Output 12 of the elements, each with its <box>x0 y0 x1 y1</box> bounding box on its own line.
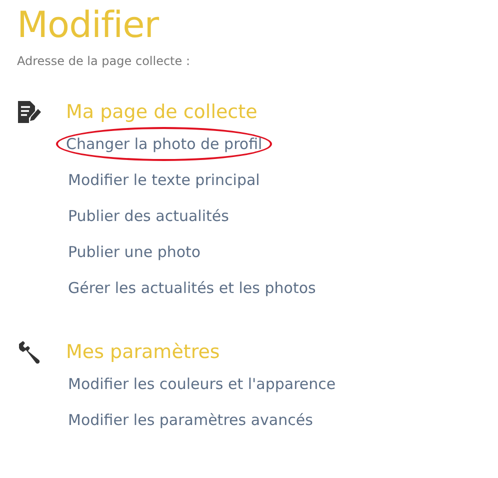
document-pencil-icon <box>17 100 43 124</box>
subtitle: Adresse de la page collecte : <box>17 54 192 68</box>
page-title: Modifier <box>17 4 160 48</box>
section-heading: Mes paramètres <box>66 340 220 365</box>
menu-link[interactable]: Gérer les actualités et les photos <box>60 274 324 302</box>
menu-link[interactable]: Publier des actualités <box>60 202 237 230</box>
menu-link[interactable]: Modifier les paramètres avancés <box>60 406 321 434</box>
menu-link[interactable]: Modifier le texte principal <box>60 166 268 194</box>
menu-link[interactable]: Publier une photo <box>60 238 209 266</box>
section-heading: Ma page de collecte <box>66 100 258 125</box>
menu-link[interactable]: Modifier les couleurs et l'apparence <box>60 370 344 398</box>
menu-link[interactable]: Changer la photo de profil <box>56 127 272 161</box>
